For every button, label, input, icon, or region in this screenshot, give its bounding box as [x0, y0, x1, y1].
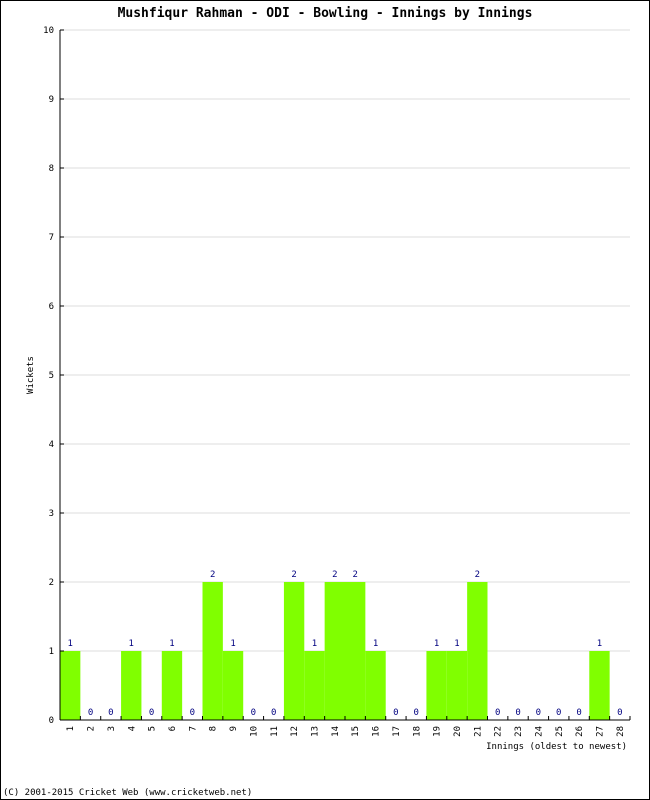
data-label: 0	[393, 708, 398, 718]
x-tick-label: 20	[453, 726, 463, 737]
x-tick-label: 21	[473, 726, 483, 737]
x-tick-label: 2	[87, 726, 97, 731]
x-tick-label: 18	[412, 726, 422, 737]
data-label: 0	[576, 708, 581, 718]
y-tick-label: 1	[49, 647, 54, 657]
data-label: 2	[291, 570, 296, 580]
data-label: 2	[352, 570, 357, 580]
data-label: 0	[617, 708, 622, 718]
x-tick-label: 6	[168, 726, 178, 731]
data-label: 0	[88, 708, 93, 718]
gridlines	[60, 29, 630, 652]
bar	[324, 582, 345, 720]
x-tick-label: 9	[229, 726, 239, 731]
x-tick-label: 15	[351, 726, 361, 737]
y-tick-label: 6	[49, 302, 54, 312]
bar	[365, 651, 386, 720]
y-tick-label: 8	[49, 164, 54, 174]
x-tick-label: 13	[310, 726, 320, 737]
data-label: 0	[414, 708, 419, 718]
data-label: 0	[108, 708, 113, 718]
data-label: 1	[454, 639, 459, 649]
y-tick-label: 9	[49, 95, 54, 105]
data-label: 0	[251, 708, 256, 718]
data-label: 0	[495, 708, 500, 718]
data-label: 1	[67, 639, 72, 649]
data-label: 1	[129, 639, 134, 649]
bar	[304, 651, 325, 720]
x-tick-label: 10	[249, 726, 259, 737]
data-label: 0	[271, 708, 276, 718]
x-tick-label: 28	[616, 726, 626, 737]
data-label: 0	[190, 708, 195, 718]
data-label: 1	[373, 639, 378, 649]
data-label: 0	[556, 708, 561, 718]
y-tick-label: 10	[43, 26, 54, 36]
data-label: 2	[332, 570, 337, 580]
x-tick-label: 27	[595, 726, 605, 737]
bar-chart: Mushfiqur Rahman - ODI - Bowling - Innin…	[3, 6, 631, 798]
x-tick-label: 16	[372, 726, 382, 737]
y-axis-label: Wickets	[26, 356, 36, 394]
x-tick-label: 11	[270, 726, 280, 737]
chart-title: Mushfiqur Rahman - ODI - Bowling - Innin…	[118, 6, 533, 21]
data-label: 1	[434, 639, 439, 649]
x-tick-label: 23	[514, 726, 524, 737]
x-tick-label: 8	[209, 726, 219, 731]
y-tick-label: 5	[49, 371, 54, 381]
x-tick-label: 26	[575, 726, 585, 737]
data-label: 0	[515, 708, 520, 718]
bar	[467, 582, 488, 720]
data-label: 2	[210, 570, 215, 580]
bar	[446, 651, 468, 720]
x-tick-label: 14	[331, 726, 341, 737]
data-label: 0	[536, 708, 541, 718]
bar	[222, 651, 244, 720]
x-tick-label: 25	[555, 726, 565, 737]
x-tick-label: 19	[433, 726, 443, 737]
y-tick-label: 7	[49, 233, 54, 243]
bar	[345, 582, 366, 720]
x-tick-label: 3	[107, 726, 117, 731]
x-tick-label: 5	[148, 726, 158, 731]
bar	[60, 651, 81, 720]
data-label: 2	[475, 570, 480, 580]
bar	[202, 582, 223, 720]
bar	[121, 651, 142, 720]
x-axis-label: Innings (oldest to newest)	[486, 742, 627, 752]
bar	[589, 651, 610, 720]
data-label: 1	[230, 639, 235, 649]
data-label: 1	[312, 639, 317, 649]
bar	[161, 651, 183, 720]
y-tick-label: 2	[49, 578, 54, 588]
data-label: 0	[149, 708, 154, 718]
x-tick-label: 17	[392, 726, 402, 737]
x-tick-label: 22	[494, 726, 504, 737]
x-tick-label: 12	[290, 726, 300, 737]
y-tick-label: 0	[49, 716, 54, 726]
bar	[426, 651, 447, 720]
data-label: 1	[169, 639, 174, 649]
x-tick-label: 1	[66, 726, 76, 731]
copyright-footer: (C) 2001-2015 Cricket Web (www.cricketwe…	[3, 788, 252, 798]
data-label: 1	[597, 639, 602, 649]
y-tick-label: 4	[49, 440, 54, 450]
bar	[283, 582, 305, 720]
y-tick-label: 3	[49, 509, 54, 519]
x-tick-label: 24	[534, 726, 544, 737]
x-tick-label: 4	[127, 726, 137, 731]
x-tick-label: 7	[188, 726, 198, 731]
